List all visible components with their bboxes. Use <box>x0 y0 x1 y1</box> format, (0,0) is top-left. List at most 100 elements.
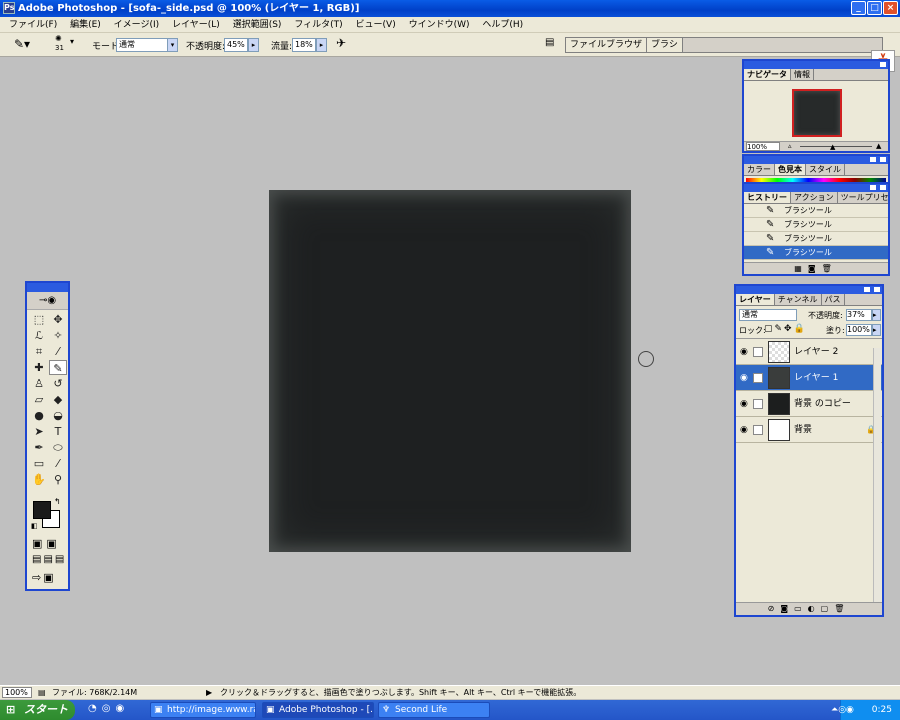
task-browser[interactable]: ▣http://image.www.rak... <box>150 702 256 718</box>
status-arrow-icon[interactable]: ▶ <box>206 686 212 699</box>
quick-launch-icons[interactable]: ◔◎◉ <box>88 703 129 714</box>
jump-to-imageready-icon[interactable]: ⇨▣ <box>32 571 56 584</box>
fill-input[interactable]: 100% <box>846 324 872 336</box>
trash-icon[interactable]: 🗑 <box>834 604 850 613</box>
add-mask-icon[interactable]: ◙ <box>780 604 794 613</box>
history-brush-tool-icon[interactable]: ↺ <box>49 376 67 391</box>
tab-layers[interactable]: レイヤー <box>736 294 775 305</box>
new-document-icon[interactable]: ▦ <box>794 264 808 273</box>
ellipse-tool-icon[interactable]: ⬭ <box>49 440 67 455</box>
tab-actions[interactable]: アクション <box>791 192 838 203</box>
palette-close-icon[interactable] <box>873 286 881 293</box>
layers-scrollbar[interactable] <box>873 348 881 604</box>
tab-swatches[interactable]: 色見本 <box>775 164 806 175</box>
menu-view[interactable]: ビュー(V) <box>351 17 401 33</box>
healing-brush-tool-icon[interactable]: ✚ <box>30 360 48 375</box>
history-palette-header[interactable] <box>744 184 888 192</box>
menu-select[interactable]: 選択範囲(S) <box>228 17 287 33</box>
zoom-out-icon[interactable]: ▵ <box>788 142 792 150</box>
paint-bucket-tool-icon[interactable]: ◆ <box>49 392 67 407</box>
brush-picker-arrow-icon[interactable]: ▾ <box>70 37 74 46</box>
swatches-palette-header[interactable] <box>744 156 888 164</box>
zoom-tool-icon[interactable]: ⚲ <box>49 472 67 487</box>
layer-row[interactable]: ◉ レイヤー 2 <box>736 339 882 365</box>
status-info-icon[interactable]: ▤ <box>38 686 46 699</box>
status-zoom-input[interactable]: 100% <box>2 687 32 698</box>
flow-slider-icon[interactable]: ▸ <box>316 38 327 52</box>
magic-wand-tool-icon[interactable]: ✧ <box>49 328 67 343</box>
opacity-slider-icon[interactable]: ▸ <box>248 38 259 52</box>
brush-picker-icon[interactable]: ✺ <box>55 34 62 43</box>
minimize-button[interactable]: _ <box>851 1 866 15</box>
navigator-thumbnail[interactable] <box>792 89 842 137</box>
tab-file-browser[interactable]: ファイルブラウザ <box>566 38 648 52</box>
new-snapshot-icon[interactable]: ◙ <box>808 264 822 273</box>
zoom-slider-thumb-icon[interactable]: ▲ <box>830 143 835 151</box>
tab-history[interactable]: ヒストリー <box>744 192 791 203</box>
eraser-tool-icon[interactable]: ▱ <box>30 392 48 407</box>
toolbox-header[interactable] <box>27 283 68 292</box>
navigator-zoom-input[interactable]: 100% <box>746 142 780 151</box>
menu-filter[interactable]: フィルタ(T) <box>289 17 347 33</box>
tab-tool-presets[interactable]: ツールプリセット <box>838 192 888 203</box>
airbrush-icon[interactable]: ✈ <box>336 36 346 50</box>
menu-image[interactable]: イメージ(I) <box>109 17 165 33</box>
zoom-in-icon[interactable]: ▲ <box>876 142 881 150</box>
palette-close-icon[interactable] <box>879 156 887 163</box>
pen-tool-icon[interactable]: ✒ <box>30 440 48 455</box>
tab-channels[interactable]: チャンネル <box>775 294 822 305</box>
feather-logo-icon[interactable]: ⊸◉ <box>27 292 68 310</box>
history-item[interactable]: ✎ ブラシツール <box>744 204 888 218</box>
palette-minimize-icon[interactable] <box>869 156 877 163</box>
type-tool-icon[interactable]: T <box>49 424 67 439</box>
layer-style-icon[interactable]: ⊘ <box>768 604 781 613</box>
clone-stamp-tool-icon[interactable]: ♙ <box>30 376 48 391</box>
screen-mode-icon[interactable]: ▤▤▤ <box>32 554 66 565</box>
crop-tool-icon[interactable]: ⌗ <box>30 344 48 359</box>
lasso-tool-icon[interactable]: ℒ <box>30 328 48 343</box>
layer-row[interactable]: ◉ 背景 🔒 <box>736 417 882 443</box>
opacity-input[interactable]: 45% <box>224 38 248 52</box>
tab-brushes[interactable]: ブラシ <box>647 38 683 52</box>
palette-close-icon[interactable] <box>879 61 887 68</box>
flow-input[interactable]: 18% <box>292 38 316 52</box>
trash-icon[interactable]: 🗑 <box>822 264 838 273</box>
visibility-eye-icon[interactable]: ◉ <box>740 417 748 443</box>
fill-slider-icon[interactable]: ▸ <box>872 324 881 336</box>
maximize-button[interactable]: □ <box>867 1 882 15</box>
layer-opacity-input[interactable]: 37% <box>846 309 872 321</box>
dodge-tool-icon[interactable]: ◒ <box>49 408 67 423</box>
new-set-icon[interactable]: ▭ <box>794 604 808 613</box>
layers-palette-header[interactable] <box>736 286 882 294</box>
brush-tool-icon[interactable]: ✎ <box>49 360 67 375</box>
palette-minimize-icon[interactable] <box>863 286 871 293</box>
menu-help[interactable]: ヘルプ(H) <box>477 17 528 33</box>
new-layer-icon[interactable]: ▢ <box>821 604 835 613</box>
blend-mode-select[interactable]: 通常 <box>739 309 797 321</box>
visibility-eye-icon[interactable]: ◉ <box>740 365 748 391</box>
visibility-eye-icon[interactable]: ◉ <box>740 391 748 417</box>
menu-layer[interactable]: レイヤー(L) <box>167 17 225 33</box>
layer-link-box[interactable] <box>753 425 763 435</box>
tray-icons[interactable]: ⏶◎◉ <box>831 700 854 720</box>
notes-tool-icon[interactable]: ▭ <box>30 456 48 471</box>
start-button[interactable]: ⊞ スタート <box>0 700 75 720</box>
mode-dropdown-icon[interactable]: ▾ <box>167 38 178 52</box>
hand-tool-icon[interactable]: ✋ <box>30 472 48 487</box>
layer-link-box[interactable] <box>753 347 763 357</box>
layer-row-selected[interactable]: ◉ ✎ レイヤー 1 <box>736 365 882 391</box>
foreground-color-swatch[interactable] <box>33 501 51 519</box>
palette-minimize-icon[interactable] <box>869 184 877 191</box>
eyedropper-tool-icon[interactable]: ⁄ <box>49 456 67 471</box>
document-canvas[interactable] <box>269 190 631 552</box>
blur-tool-icon[interactable]: ● <box>30 408 48 423</box>
task-second-life[interactable]: ♆ Second Life <box>378 702 490 718</box>
menu-edit[interactable]: 編集(E) <box>65 17 106 33</box>
history-item-current[interactable]: ✎ ブラシツール <box>744 246 888 260</box>
palette-close-icon[interactable] <box>879 184 887 191</box>
layer-link-box[interactable] <box>753 399 763 409</box>
close-button[interactable]: × <box>883 1 898 15</box>
swap-colors-icon[interactable]: ↰ <box>54 497 61 506</box>
brush-tool-preset-icon[interactable]: ✎▾ <box>14 37 30 51</box>
layer-opacity-slider-icon[interactable]: ▸ <box>872 309 881 321</box>
